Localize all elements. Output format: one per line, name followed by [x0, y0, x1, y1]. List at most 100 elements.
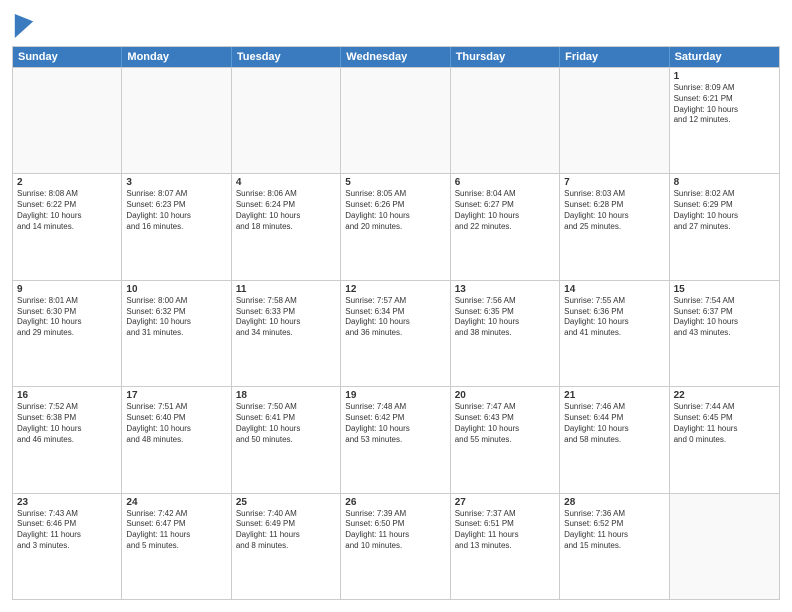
cell-text: Sunrise: 8:06 AM Sunset: 6:24 PM Dayligh… — [236, 189, 336, 232]
cal-cell: 25Sunrise: 7:40 AM Sunset: 6:49 PM Dayli… — [232, 494, 341, 599]
cal-cell: 7Sunrise: 8:03 AM Sunset: 6:28 PM Daylig… — [560, 174, 669, 279]
cell-text: Sunrise: 8:07 AM Sunset: 6:23 PM Dayligh… — [126, 189, 226, 232]
cell-text: Sunrise: 7:48 AM Sunset: 6:42 PM Dayligh… — [345, 402, 445, 445]
cell-text: Sunrise: 8:09 AM Sunset: 6:21 PM Dayligh… — [674, 83, 775, 126]
day-number: 16 — [17, 390, 117, 401]
day-number: 21 — [564, 390, 664, 401]
cell-text: Sunrise: 7:46 AM Sunset: 6:44 PM Dayligh… — [564, 402, 664, 445]
cell-text: Sunrise: 7:51 AM Sunset: 6:40 PM Dayligh… — [126, 402, 226, 445]
cal-cell: 24Sunrise: 7:42 AM Sunset: 6:47 PM Dayli… — [122, 494, 231, 599]
cal-cell: 11Sunrise: 7:58 AM Sunset: 6:33 PM Dayli… — [232, 281, 341, 386]
day-number: 2 — [17, 177, 117, 188]
cal-row-0: 1Sunrise: 8:09 AM Sunset: 6:21 PM Daylig… — [13, 67, 779, 173]
cell-text: Sunrise: 8:02 AM Sunset: 6:29 PM Dayligh… — [674, 189, 775, 232]
day-number: 8 — [674, 177, 775, 188]
day-number: 28 — [564, 497, 664, 508]
day-number: 7 — [564, 177, 664, 188]
cal-row-4: 23Sunrise: 7:43 AM Sunset: 6:46 PM Dayli… — [13, 493, 779, 599]
cal-cell: 5Sunrise: 8:05 AM Sunset: 6:26 PM Daylig… — [341, 174, 450, 279]
cal-cell: 26Sunrise: 7:39 AM Sunset: 6:50 PM Dayli… — [341, 494, 450, 599]
calendar-body: 1Sunrise: 8:09 AM Sunset: 6:21 PM Daylig… — [13, 67, 779, 599]
day-number: 6 — [455, 177, 555, 188]
cal-row-3: 16Sunrise: 7:52 AM Sunset: 6:38 PM Dayli… — [13, 386, 779, 492]
cal-cell — [122, 68, 231, 173]
header-day-wednesday: Wednesday — [341, 47, 450, 67]
cal-cell: 15Sunrise: 7:54 AM Sunset: 6:37 PM Dayli… — [670, 281, 779, 386]
page: SundayMondayTuesdayWednesdayThursdayFrid… — [0, 0, 792, 612]
day-number: 14 — [564, 284, 664, 295]
cal-cell: 1Sunrise: 8:09 AM Sunset: 6:21 PM Daylig… — [670, 68, 779, 173]
cal-cell: 27Sunrise: 7:37 AM Sunset: 6:51 PM Dayli… — [451, 494, 560, 599]
cell-text: Sunrise: 7:44 AM Sunset: 6:45 PM Dayligh… — [674, 402, 775, 445]
header — [12, 12, 780, 38]
day-number: 4 — [236, 177, 336, 188]
cal-cell: 8Sunrise: 8:02 AM Sunset: 6:29 PM Daylig… — [670, 174, 779, 279]
header-day-tuesday: Tuesday — [232, 47, 341, 67]
cal-cell: 23Sunrise: 7:43 AM Sunset: 6:46 PM Dayli… — [13, 494, 122, 599]
cell-text: Sunrise: 7:40 AM Sunset: 6:49 PM Dayligh… — [236, 509, 336, 552]
cal-cell: 10Sunrise: 8:00 AM Sunset: 6:32 PM Dayli… — [122, 281, 231, 386]
cal-row-1: 2Sunrise: 8:08 AM Sunset: 6:22 PM Daylig… — [13, 173, 779, 279]
cal-cell: 21Sunrise: 7:46 AM Sunset: 6:44 PM Dayli… — [560, 387, 669, 492]
cell-text: Sunrise: 7:36 AM Sunset: 6:52 PM Dayligh… — [564, 509, 664, 552]
day-number: 27 — [455, 497, 555, 508]
calendar: SundayMondayTuesdayWednesdayThursdayFrid… — [12, 46, 780, 600]
day-number: 3 — [126, 177, 226, 188]
day-number: 23 — [17, 497, 117, 508]
day-number: 15 — [674, 284, 775, 295]
cell-text: Sunrise: 8:01 AM Sunset: 6:30 PM Dayligh… — [17, 296, 117, 339]
cal-cell: 9Sunrise: 8:01 AM Sunset: 6:30 PM Daylig… — [13, 281, 122, 386]
cell-text: Sunrise: 7:55 AM Sunset: 6:36 PM Dayligh… — [564, 296, 664, 339]
cal-cell: 20Sunrise: 7:47 AM Sunset: 6:43 PM Dayli… — [451, 387, 560, 492]
cal-cell — [451, 68, 560, 173]
day-number: 10 — [126, 284, 226, 295]
cell-text: Sunrise: 8:08 AM Sunset: 6:22 PM Dayligh… — [17, 189, 117, 232]
day-number: 17 — [126, 390, 226, 401]
cal-cell: 3Sunrise: 8:07 AM Sunset: 6:23 PM Daylig… — [122, 174, 231, 279]
cal-cell: 6Sunrise: 8:04 AM Sunset: 6:27 PM Daylig… — [451, 174, 560, 279]
logo-icon — [14, 14, 34, 38]
day-number: 18 — [236, 390, 336, 401]
cal-cell: 28Sunrise: 7:36 AM Sunset: 6:52 PM Dayli… — [560, 494, 669, 599]
cal-cell — [341, 68, 450, 173]
header-day-sunday: Sunday — [13, 47, 122, 67]
cal-cell: 22Sunrise: 7:44 AM Sunset: 6:45 PM Dayli… — [670, 387, 779, 492]
cell-text: Sunrise: 8:05 AM Sunset: 6:26 PM Dayligh… — [345, 189, 445, 232]
cal-cell: 19Sunrise: 7:48 AM Sunset: 6:42 PM Dayli… — [341, 387, 450, 492]
cal-row-2: 9Sunrise: 8:01 AM Sunset: 6:30 PM Daylig… — [13, 280, 779, 386]
day-number: 9 — [17, 284, 117, 295]
cal-cell: 4Sunrise: 8:06 AM Sunset: 6:24 PM Daylig… — [232, 174, 341, 279]
cell-text: Sunrise: 7:42 AM Sunset: 6:47 PM Dayligh… — [126, 509, 226, 552]
day-number: 22 — [674, 390, 775, 401]
cell-text: Sunrise: 7:43 AM Sunset: 6:46 PM Dayligh… — [17, 509, 117, 552]
day-number: 26 — [345, 497, 445, 508]
cell-text: Sunrise: 7:56 AM Sunset: 6:35 PM Dayligh… — [455, 296, 555, 339]
cell-text: Sunrise: 8:04 AM Sunset: 6:27 PM Dayligh… — [455, 189, 555, 232]
header-day-thursday: Thursday — [451, 47, 560, 67]
cal-cell: 17Sunrise: 7:51 AM Sunset: 6:40 PM Dayli… — [122, 387, 231, 492]
day-number: 24 — [126, 497, 226, 508]
day-number: 13 — [455, 284, 555, 295]
header-day-saturday: Saturday — [670, 47, 779, 67]
day-number: 20 — [455, 390, 555, 401]
header-day-monday: Monday — [122, 47, 231, 67]
cell-text: Sunrise: 8:03 AM Sunset: 6:28 PM Dayligh… — [564, 189, 664, 232]
day-number: 19 — [345, 390, 445, 401]
cal-cell: 14Sunrise: 7:55 AM Sunset: 6:36 PM Dayli… — [560, 281, 669, 386]
cal-cell — [13, 68, 122, 173]
cal-cell — [670, 494, 779, 599]
cal-cell — [232, 68, 341, 173]
cell-text: Sunrise: 7:57 AM Sunset: 6:34 PM Dayligh… — [345, 296, 445, 339]
cell-text: Sunrise: 7:37 AM Sunset: 6:51 PM Dayligh… — [455, 509, 555, 552]
cal-cell: 13Sunrise: 7:56 AM Sunset: 6:35 PM Dayli… — [451, 281, 560, 386]
cell-text: Sunrise: 7:58 AM Sunset: 6:33 PM Dayligh… — [236, 296, 336, 339]
cell-text: Sunrise: 7:52 AM Sunset: 6:38 PM Dayligh… — [17, 402, 117, 445]
cal-cell: 18Sunrise: 7:50 AM Sunset: 6:41 PM Dayli… — [232, 387, 341, 492]
cell-text: Sunrise: 7:50 AM Sunset: 6:41 PM Dayligh… — [236, 402, 336, 445]
day-number: 12 — [345, 284, 445, 295]
cell-text: Sunrise: 7:54 AM Sunset: 6:37 PM Dayligh… — [674, 296, 775, 339]
header-day-friday: Friday — [560, 47, 669, 67]
cal-cell — [560, 68, 669, 173]
calendar-header: SundayMondayTuesdayWednesdayThursdayFrid… — [13, 47, 779, 67]
cal-cell: 2Sunrise: 8:08 AM Sunset: 6:22 PM Daylig… — [13, 174, 122, 279]
